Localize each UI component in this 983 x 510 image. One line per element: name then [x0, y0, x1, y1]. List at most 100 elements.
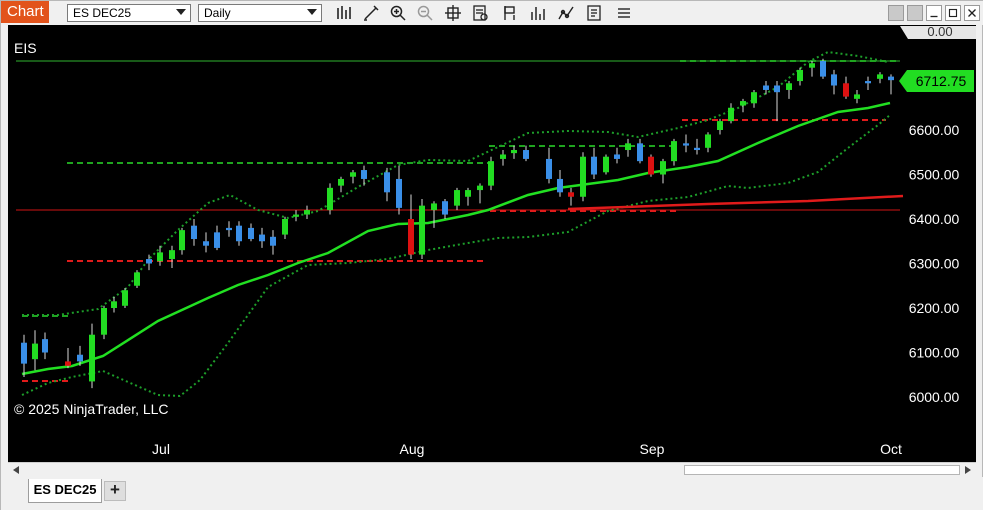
candle	[304, 205, 310, 219]
candle	[877, 72, 883, 84]
scrollbar-thumb[interactable]	[684, 465, 960, 475]
candle-body	[350, 172, 356, 177]
candle	[683, 134, 689, 153]
zoom-in-icon[interactable]	[389, 4, 407, 22]
candle	[293, 210, 299, 222]
drawing-pencil-icon[interactable]	[362, 4, 380, 22]
candle-body	[77, 354, 83, 362]
candle	[157, 245, 163, 266]
toolbar: Chart ES DEC25 Daily	[1, 1, 983, 25]
moving-average-line	[21, 101, 891, 376]
tab-es-dec25[interactable]: ES DEC25	[28, 479, 102, 503]
candle-body	[157, 252, 163, 262]
scroll-right-icon[interactable]	[961, 464, 975, 476]
candle-body	[282, 219, 288, 235]
more-options-icon[interactable]	[615, 4, 633, 22]
candle-body	[361, 170, 367, 179]
candle-body	[591, 156, 597, 175]
last-price: 6712.75	[916, 73, 967, 89]
candle-body	[546, 158, 552, 179]
candle	[259, 227, 265, 248]
candle-body	[831, 74, 837, 86]
indicators-icon[interactable]	[529, 4, 547, 22]
window-mode-icon[interactable]	[907, 5, 923, 21]
y-tick-label: 6600.00	[909, 122, 960, 138]
candle-body	[42, 339, 48, 353]
candle	[740, 98, 746, 113]
candle-body	[65, 361, 71, 366]
candle	[603, 154, 609, 175]
candle	[169, 245, 175, 268]
candle	[408, 194, 414, 260]
minimize-icon[interactable]	[926, 5, 942, 21]
candle	[134, 270, 140, 288]
candle	[809, 61, 815, 77]
candle	[396, 165, 402, 215]
data-box-icon[interactable]	[471, 4, 489, 22]
candle-body	[568, 192, 574, 197]
price-chart[interactable]: 6000.00 6100.00 6200.00 6300.00 6400.00 6500.…	[8, 25, 976, 462]
candle	[101, 305, 107, 340]
upper-band-line	[22, 50, 889, 316]
candle	[226, 221, 232, 237]
candle-body	[431, 203, 437, 211]
candle-body	[637, 143, 643, 162]
candle-body	[442, 201, 448, 215]
chart-trader-icon[interactable]	[557, 4, 575, 22]
y-tick-label: 6500.00	[909, 167, 960, 183]
candle	[270, 230, 276, 255]
candle	[282, 216, 288, 240]
close-icon[interactable]	[964, 5, 980, 21]
candle	[546, 147, 552, 184]
candle-body	[179, 230, 185, 251]
candle-body	[408, 219, 414, 255]
chart-title-tab[interactable]: Chart	[1, 1, 49, 23]
candle-body	[327, 187, 333, 211]
candle-body	[477, 185, 483, 191]
candle	[591, 147, 597, 179]
candle-body	[214, 232, 220, 248]
bar-type-icon[interactable]	[335, 4, 353, 22]
symbol-label: EIS	[14, 40, 37, 56]
candle	[786, 81, 792, 99]
candle-body	[122, 290, 128, 306]
candle	[42, 332, 48, 360]
trend-line	[567, 194, 904, 211]
candle	[751, 89, 757, 108]
candle-body	[603, 156, 609, 173]
zoom-out-icon[interactable]	[416, 4, 434, 22]
candle-body	[580, 156, 586, 197]
candle	[338, 176, 344, 193]
interval-selector[interactable]: Daily	[198, 4, 322, 22]
candle-body	[169, 250, 175, 260]
scroll-left-icon[interactable]	[9, 464, 23, 476]
candle	[350, 170, 356, 184]
candle	[831, 69, 837, 95]
candle-body	[694, 147, 700, 151]
candle-body	[660, 161, 666, 175]
properties-icon[interactable]	[585, 4, 603, 22]
candle-body	[396, 178, 402, 208]
candle-body	[293, 214, 299, 217]
candle	[705, 132, 711, 153]
add-tab-button[interactable]: +	[104, 481, 126, 501]
restore-icon[interactable]	[888, 5, 904, 21]
candle	[111, 296, 117, 313]
candle-body	[763, 85, 769, 90]
candle	[717, 118, 723, 135]
candle-body	[786, 83, 792, 90]
horizontal-scrollbar[interactable]	[8, 462, 976, 477]
instrument-selector[interactable]: ES DEC25	[67, 4, 191, 22]
candle-body	[454, 190, 460, 206]
candle	[671, 138, 677, 166]
candle	[431, 201, 437, 228]
strategies-icon[interactable]	[501, 4, 519, 22]
y-tick-label: 6100.00	[909, 345, 960, 361]
x-tick-label: Aug	[400, 441, 425, 457]
candle	[465, 187, 471, 206]
candle-body	[419, 205, 425, 255]
candle	[454, 187, 460, 211]
maximize-icon[interactable]	[945, 5, 961, 21]
crosshair-icon[interactable]	[444, 4, 462, 22]
candle-body	[248, 227, 254, 240]
